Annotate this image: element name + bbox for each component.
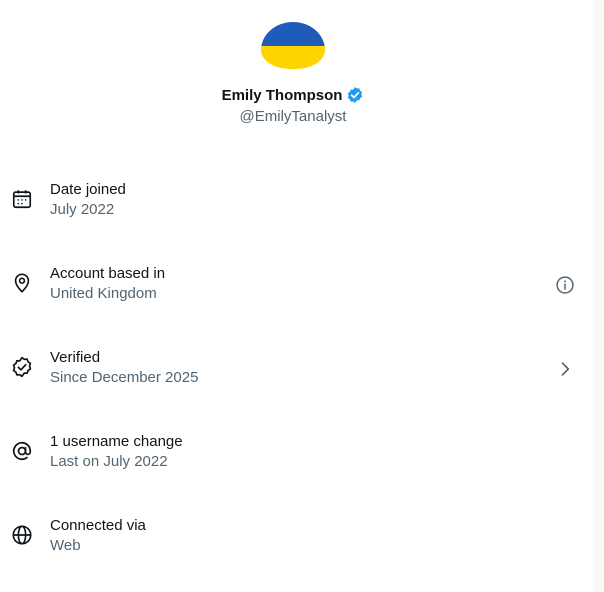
account-info-list: Date joined July 2022 Account based in U… [0, 156, 593, 576]
row-title: Verified [50, 349, 101, 366]
row-title: Connected via [50, 517, 146, 534]
info-icon[interactable] [555, 275, 575, 295]
verified-check-icon [11, 356, 33, 378]
row-subtitle: Last on July 2022 [50, 453, 168, 470]
avatar[interactable] [261, 22, 325, 69]
row-title: 1 username change [50, 433, 183, 450]
row-account-location: Account based in United Kingdom [0, 240, 593, 324]
row-subtitle: Since December 2025 [50, 369, 199, 386]
row-username-changes: 1 username change Last on July 2022 [0, 408, 593, 492]
row-title: Date joined [50, 181, 126, 198]
row-date-joined: Date joined July 2022 [0, 156, 593, 240]
row-verified[interactable]: Verified Since December 2025 [0, 324, 593, 408]
row-subtitle: United Kingdom [50, 285, 157, 302]
calendar-icon [11, 188, 33, 210]
row-subtitle: Web [50, 537, 81, 554]
row-title: Account based in [50, 265, 166, 282]
row-subtitle: July 2022 [50, 201, 115, 218]
row-connected-via: Connected via Web [0, 492, 593, 576]
profile-header: Emily Thompson @EmilyTanalyst [0, 0, 593, 150]
location-pin-icon [11, 272, 33, 294]
display-name: Emily Thompson [221, 86, 343, 104]
verified-badge-icon [346, 86, 364, 104]
scrollbar-track[interactable] [593, 0, 604, 592]
username-handle: @EmilyTanalyst [239, 108, 347, 125]
name-row: Emily Thompson [0, 86, 586, 104]
chevron-right-icon[interactable] [555, 359, 575, 379]
at-sign-icon [11, 440, 33, 462]
globe-icon [11, 524, 33, 546]
